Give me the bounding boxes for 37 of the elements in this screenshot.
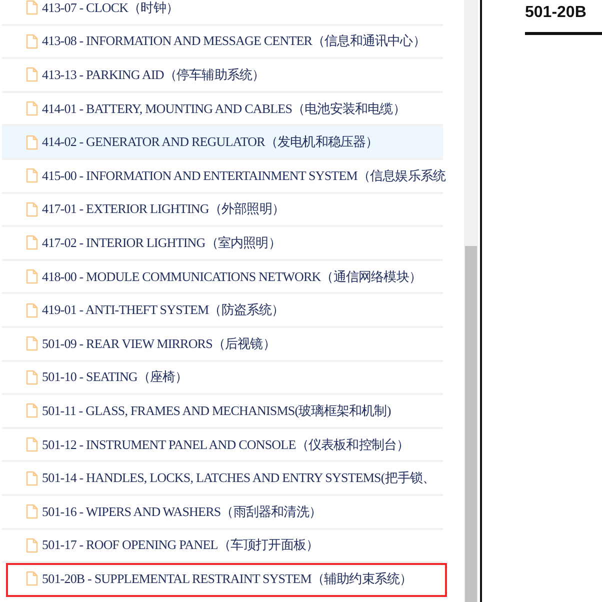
list-item[interactable]: 418-00 - MODULE COMMUNICATIONS NETWORK（通信网络模块） xyxy=(2,260,443,294)
file-icon xyxy=(26,134,38,150)
list-item[interactable]: 413-07 - CLOCK（时钟） xyxy=(2,0,443,26)
file-icon xyxy=(26,370,38,385)
list-item[interactable]: 414-02 - GENERATOR AND REGULATOR（发电机和稳压器） xyxy=(2,126,443,160)
file-icon xyxy=(26,571,38,586)
page-heading: 501-20B xyxy=(525,4,602,35)
file-icon xyxy=(26,168,38,184)
file-icon xyxy=(26,101,38,116)
list-item[interactable]: 501-14 - HANDLES, LOCKS, LATCHES AND ENTRY SYSTEMS(把手锁、 xyxy=(2,462,443,496)
list-item[interactable]: 413-08 - INFORMATION AND MESSAGE CENTER（信息和通讯中心） xyxy=(2,26,443,60)
file-icon xyxy=(26,0,38,16)
list-item[interactable]: 501-17 - ROOF OPENING PANEL（车顶打开面板） xyxy=(2,530,443,564)
file-icon xyxy=(26,302,38,318)
file-icon xyxy=(26,336,38,352)
scrollbar-thumb[interactable] xyxy=(465,246,477,602)
file-icon xyxy=(26,67,38,82)
list-item[interactable]: 501-10 - SEATING（座椅） xyxy=(2,362,443,396)
file-icon xyxy=(26,269,38,284)
list-item[interactable]: 501-09 - REAR VIEW MIRRORS（后视镜） xyxy=(2,328,443,362)
list-item[interactable]: 501-11 - GLASS, FRAMES AND MECHANISMS(玻璃框架和机制) xyxy=(2,395,443,429)
list-item[interactable]: 417-01 - EXTERIOR LIGHTING（外部照明） xyxy=(2,194,443,228)
list-item[interactable]: 413-13 - PARKING AID（停车辅助系统） xyxy=(2,59,443,93)
list-item[interactable]: 501-16 - WIPERS AND WASHERS（雨刮器和清洗） xyxy=(2,496,443,530)
file-icon xyxy=(26,403,38,418)
file-icon xyxy=(26,235,38,250)
list-item[interactable]: 419-01 - ANTI-THEFT SYSTEM（防盗系统） xyxy=(2,294,443,328)
file-icon xyxy=(26,470,38,486)
file-icon xyxy=(26,202,38,217)
file-icon xyxy=(26,538,38,553)
scrollbar[interactable] xyxy=(464,0,478,602)
list-item[interactable]: 501-20B - SUPPLEMENTAL RESTRAINT SYSTEM（辅助约束系统） xyxy=(6,563,447,597)
list-item[interactable]: 501-12 - INSTRUMENT PANEL AND CONSOLE（仪表板和控制台） xyxy=(2,428,443,462)
file-icon xyxy=(26,504,38,520)
file-icon xyxy=(26,437,38,452)
file-icon xyxy=(26,34,38,49)
list-item[interactable]: 417-02 - INTERIOR LIGHTING（室内照明） xyxy=(2,227,443,261)
